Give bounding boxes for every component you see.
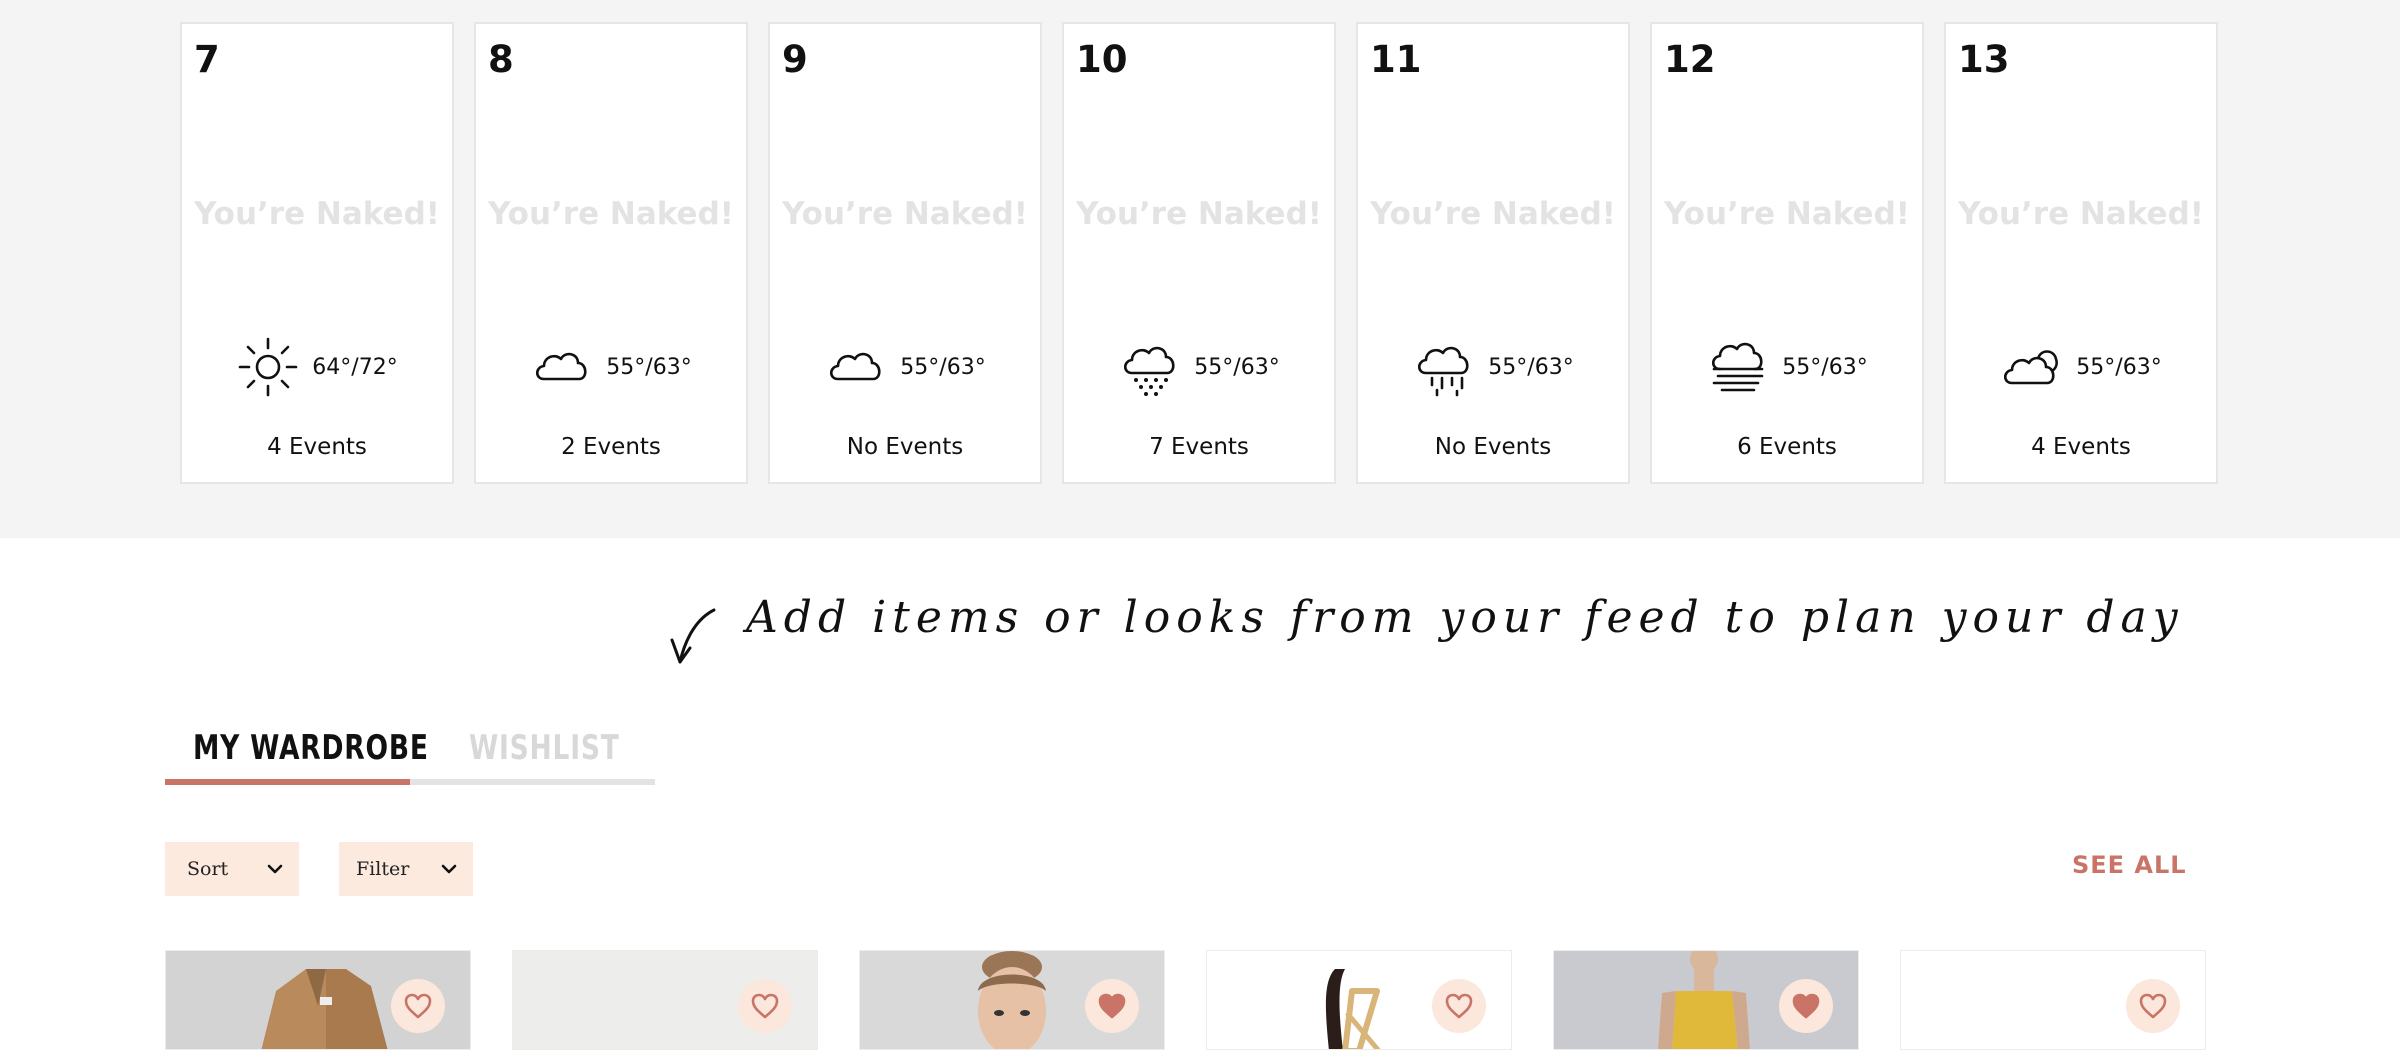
temperature: 55°/63° [1782, 354, 1868, 380]
wardrobe-tabs: MY WARDROBE WISHLIST [165, 728, 655, 788]
event-count: 2 Events [561, 434, 661, 460]
calendar-week: 7 You’re Naked! 64°/72° 4 Events 8 You’r… [0, 0, 2400, 538]
temperature: 55°/63° [606, 354, 692, 380]
plan-hint: Add items or looks from your feed to pla… [0, 588, 2400, 678]
chevron-down-icon [267, 864, 283, 874]
weather-row: 55°/63° [1358, 334, 1628, 400]
favorite-button[interactable] [1432, 979, 1486, 1033]
rain-cloud-icon [1418, 346, 1469, 397]
day-number: 11 [1370, 38, 1422, 81]
weather-row: 55°/63° [770, 334, 1040, 400]
temperature: 55°/63° [2076, 354, 2162, 380]
heart-filled-icon [1792, 993, 1820, 1019]
event-count: No Events [1434, 434, 1552, 460]
weather-row: 55°/63° [1652, 334, 1922, 400]
tab-my-wardrobe[interactable]: MY WARDROBE [193, 728, 429, 768]
outfit-placeholder: You’re Naked! [1076, 196, 1322, 232]
day-card-11[interactable]: 11 You’re Naked! 55°/63° No Events [1356, 22, 1630, 484]
filter-label: Filter [356, 858, 410, 880]
snow-cloud-icon [1124, 346, 1175, 396]
heart-outline-icon [751, 993, 779, 1019]
day-number: 10 [1076, 38, 1128, 81]
tab-wishlist[interactable]: WISHLIST [469, 728, 620, 768]
sort-label: Sort [187, 858, 229, 880]
temperature: 64°/72° [312, 354, 398, 380]
wardrobe-item-camel-coat[interactable] [165, 950, 471, 1050]
cloud-icon [830, 352, 881, 381]
wardrobe-item-yellow-dress[interactable] [1553, 950, 1859, 1050]
favorite-button[interactable] [391, 979, 445, 1033]
day-card-8[interactable]: 8 You’re Naked! 55°/63° 2 Events [474, 22, 748, 484]
wardrobe-item-woman-portrait[interactable] [859, 950, 1165, 1050]
wardrobe-item-belt[interactable] [1206, 950, 1512, 1050]
weather-row: 55°/63° [1064, 334, 1334, 400]
heart-outline-icon [2139, 993, 2167, 1019]
day-card-7[interactable]: 7 You’re Naked! 64°/72° 4 Events [180, 22, 454, 484]
day-number: 9 [782, 38, 808, 81]
see-all-link[interactable]: SEE ALL [2072, 851, 2187, 879]
day-number: 8 [488, 38, 514, 81]
event-count: 4 Events [2031, 434, 2131, 460]
heart-outline-icon [404, 993, 432, 1019]
chevron-down-icon [441, 864, 457, 874]
cloud-icon [536, 352, 587, 381]
weather-row: 55°/63° [476, 334, 746, 400]
event-count: 6 Events [1737, 434, 1837, 460]
day-card-9[interactable]: 9 You’re Naked! 55°/63° No Events [768, 22, 1042, 484]
temperature: 55°/63° [900, 354, 986, 380]
day-number: 7 [194, 38, 220, 81]
sort-dropdown[interactable]: Sort [165, 842, 299, 896]
favorite-button[interactable] [1085, 979, 1139, 1033]
fog-cloud-icon [1712, 342, 1764, 392]
heart-outline-icon [1445, 993, 1473, 1019]
hint-text: Add items or looks from your feed to pla… [746, 592, 2184, 643]
curved-arrow-icon [670, 608, 716, 664]
day-number: 12 [1664, 38, 1716, 81]
outfit-placeholder: You’re Naked! [194, 196, 440, 232]
outfit-placeholder: You’re Naked! [1664, 196, 1910, 232]
favorite-button[interactable] [1779, 979, 1833, 1033]
wardrobe-item-6[interactable] [1900, 950, 2206, 1050]
weather-row: 55°/63° [1946, 334, 2216, 400]
outfit-placeholder: You’re Naked! [1958, 196, 2204, 232]
tab-active-indicator [165, 779, 410, 785]
day-card-12[interactable]: 12 You’re Naked! 55°/63° 6 Events [1650, 22, 1924, 484]
event-count: 4 Events [267, 434, 367, 460]
favorite-button[interactable] [738, 979, 792, 1033]
temperature: 55°/63° [1194, 354, 1280, 380]
day-card-13[interactable]: 13 You’re Naked! 55°/63° 4 Events [1944, 22, 2218, 484]
temperature: 55°/63° [1488, 354, 1574, 380]
sun-icon [238, 337, 298, 397]
favorite-button[interactable] [2126, 979, 2180, 1033]
day-card-10[interactable]: 10 You’re Naked! 55°/63° 7 Events [1062, 22, 1336, 484]
event-count: No Events [846, 434, 964, 460]
event-count: 7 Events [1149, 434, 1249, 460]
day-number: 13 [1958, 38, 2010, 81]
heart-filled-icon [1098, 993, 1126, 1019]
outfit-placeholder: You’re Naked! [488, 196, 734, 232]
filter-dropdown[interactable]: Filter [339, 842, 473, 896]
partly-cloudy-icon [2004, 350, 2059, 385]
outfit-placeholder: You’re Naked! [1370, 196, 1616, 232]
weather-row: 64°/72° [182, 334, 452, 400]
outfit-placeholder: You’re Naked! [782, 196, 1028, 232]
wardrobe-item-2[interactable] [512, 950, 818, 1050]
